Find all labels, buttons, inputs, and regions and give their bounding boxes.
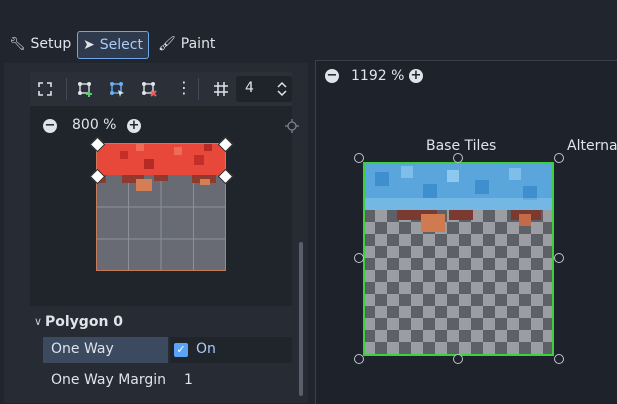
one-way-value: On <box>196 341 216 357</box>
selection-handle[interactable] <box>554 253 564 263</box>
selection-handle[interactable] <box>554 153 564 163</box>
setup-mode-button[interactable]: 🔧︎ Setup <box>9 31 71 57</box>
grid-snap-icon[interactable] <box>213 81 229 97</box>
section-title: Polygon 0 <box>45 314 124 330</box>
selection-handle[interactable] <box>354 354 364 364</box>
grid-snap-value: 4 <box>245 80 254 96</box>
select-mode-button[interactable]: ➤ Select <box>77 31 149 59</box>
paint-label: Paint <box>180 36 216 52</box>
grid-snap-spinbox[interactable]: 4 <box>236 76 292 102</box>
add-points-icon[interactable] <box>78 82 93 97</box>
zoom-out-icon[interactable]: − <box>43 119 57 133</box>
center-view-icon[interactable] <box>285 119 299 133</box>
selection-handle[interactable] <box>453 354 463 364</box>
selection-handle[interactable] <box>554 354 564 364</box>
polygon-section-header[interactable]: ∨ Polygon 0 <box>30 314 292 334</box>
expand-icon[interactable] <box>38 82 52 96</box>
one-way-margin-value: 1 <box>184 372 193 388</box>
base-tiles-label: Base Tiles <box>426 138 497 154</box>
select-label: Select <box>99 37 143 53</box>
selection-handle[interactable] <box>354 253 364 263</box>
setup-label: Setup <box>30 36 72 52</box>
cursor-icon: ➤ <box>83 37 95 53</box>
atlas-zoom-label: 1192 % <box>351 68 405 84</box>
tools-icon: 🔧︎ <box>9 36 26 52</box>
polygon-editor-canvas[interactable]: − 800 % + <box>30 106 299 306</box>
chevron-down-icon: ∨ <box>34 315 43 328</box>
atlas-zoom-in-icon[interactable]: + <box>409 69 423 83</box>
one-way-property-row: One Way <box>43 337 168 363</box>
more-options-icon[interactable]: ⋮ <box>176 79 192 97</box>
atlas-zoom-out-icon[interactable]: − <box>325 69 339 83</box>
delete-points-icon[interactable] <box>142 82 157 97</box>
one-way-label: One Way <box>51 341 114 357</box>
selection-handle[interactable] <box>453 153 463 163</box>
spin-arrows-icon[interactable] <box>277 81 287 97</box>
checkbox-checked-icon[interactable]: ✓ <box>174 343 188 357</box>
selection-handle[interactable] <box>354 153 364 163</box>
brush-icon: 🖌︎ <box>158 36 176 52</box>
atlas-view-panel[interactable]: − 1192 % + Base Tiles Alternat <box>315 60 617 404</box>
inspector-scrollbar[interactable] <box>299 242 303 396</box>
one-way-checkbox-field[interactable]: ✓ On <box>170 337 292 363</box>
zoom-in-icon[interactable]: + <box>127 119 141 133</box>
one-way-margin-label: One Way Margin <box>51 372 167 388</box>
tile-preview <box>96 143 226 271</box>
atlas-tile[interactable] <box>363 162 554 356</box>
left-zoom-label: 800 % <box>72 117 117 133</box>
alternative-tiles-label: Alternat <box>567 138 617 154</box>
one-way-margin-field[interactable]: 1 <box>170 368 292 394</box>
paint-mode-button[interactable]: 🖌︎ Paint <box>158 31 215 57</box>
edit-points-icon[interactable] <box>110 82 125 97</box>
